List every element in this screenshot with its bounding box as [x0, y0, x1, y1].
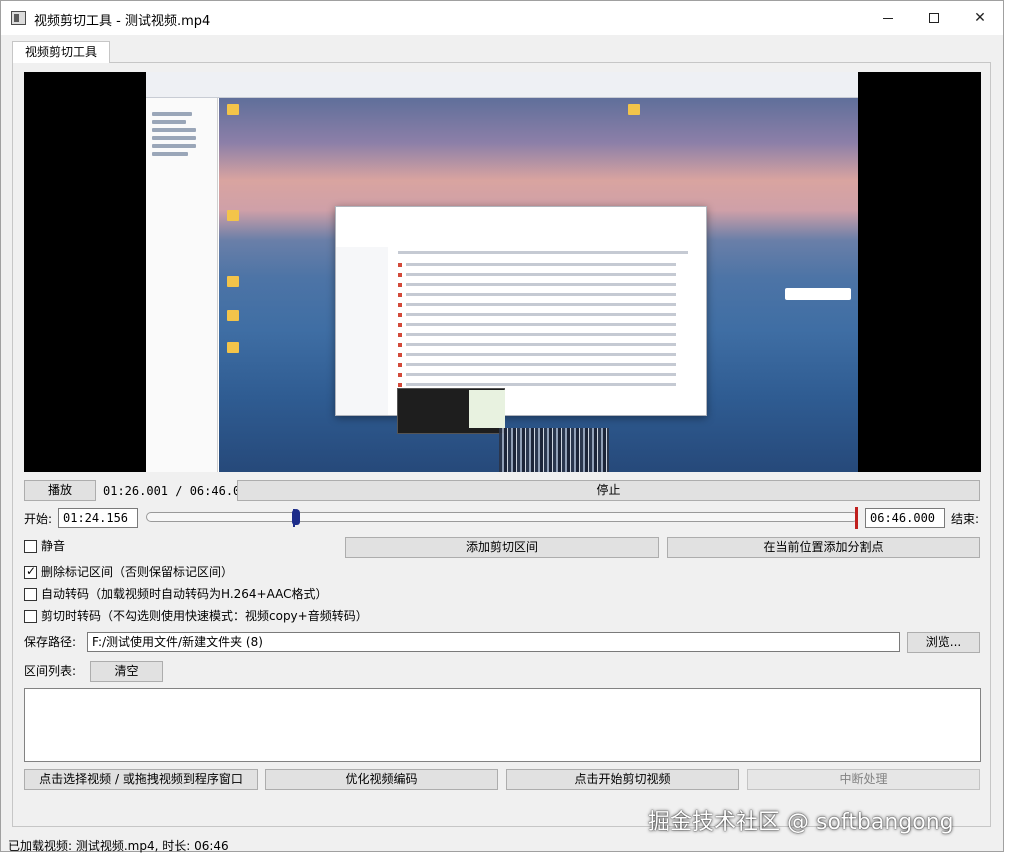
minimize-button[interactable]	[865, 1, 911, 35]
cut-transcode-checkbox[interactable]	[24, 610, 37, 623]
segment-list[interactable]	[24, 688, 981, 762]
end-marker[interactable]	[855, 507, 858, 529]
video-preview[interactable]	[24, 72, 981, 472]
start-cut-button[interactable]: 点击开始剪切视频	[506, 769, 739, 790]
video-frame-tray	[785, 288, 851, 300]
app-icon	[11, 11, 26, 25]
tab-video-cutter[interactable]: 视频剪切工具	[12, 41, 111, 63]
minimize-icon	[883, 17, 893, 19]
video-frame-sidebar	[146, 98, 218, 472]
title-bar[interactable]: 视频剪切工具 - 测试视频.mp4 ✕	[1, 1, 1003, 35]
video-frame-popup	[469, 390, 505, 428]
window-title: 视频剪切工具 - 测试视频.mp4	[34, 14, 211, 29]
slider-track	[146, 512, 858, 522]
segment-list-label: 区间列表:	[24, 664, 77, 678]
auto-transcode-checkbox[interactable]	[24, 588, 37, 601]
end-time-input[interactable]: 06:46.000	[865, 508, 945, 528]
time-readout: 01:26.001 / 06:46.000	[103, 484, 255, 498]
maximize-icon	[929, 13, 939, 23]
stop-button[interactable]: 停止	[237, 480, 980, 501]
select-video-button[interactable]: 点击选择视频 / 或拖拽视频到程序窗口	[24, 769, 258, 790]
maximize-button[interactable]	[911, 1, 957, 35]
close-button[interactable]: ✕	[957, 1, 1003, 35]
delete-marked-checkbox[interactable]	[24, 564, 37, 579]
abort-button[interactable]: 中断处理	[747, 769, 980, 790]
auto-transcode-label[interactable]: 自动转码（加载视频时自动转码为H.264+AAC格式）	[41, 586, 328, 602]
timeline-slider[interactable]	[146, 507, 858, 529]
status-bar: 已加载视频: 测试视频.mp4, 时长: 06:46	[8, 839, 229, 853]
video-frame-toolbar	[146, 72, 858, 98]
start-time-input[interactable]: 01:24.156	[58, 508, 138, 528]
close-icon: ✕	[974, 10, 986, 26]
video-frame-artifact	[499, 428, 609, 472]
play-button[interactable]: 播放	[24, 480, 96, 501]
mute-checkbox[interactable]	[24, 540, 37, 553]
mute-label[interactable]: 静音	[41, 538, 65, 554]
add-split-point-button[interactable]: 在当前位置添加分割点	[667, 537, 980, 558]
watermark: 掘金技术社区 @ softbangong	[648, 810, 954, 835]
delete-marked-label[interactable]: 删除标记区间（否则保留标记区间）	[41, 564, 233, 580]
slider-handle[interactable]	[292, 509, 300, 525]
save-path-label: 保存路径:	[24, 635, 77, 649]
video-frame	[146, 72, 858, 472]
start-label: 开始:	[24, 512, 53, 526]
video-frame-explorer	[335, 206, 707, 416]
clear-list-button[interactable]: 清空	[90, 661, 163, 682]
browse-button[interactable]: 浏览...	[907, 632, 980, 653]
save-path-input[interactable]: F:/测试使用文件/新建文件夹 (8)	[87, 632, 900, 652]
cut-transcode-label[interactable]: 剪切时转码（不勾选则使用快速模式：视频copy+音频转码）	[41, 608, 368, 624]
add-segment-button[interactable]: 添加剪切区间	[345, 537, 659, 558]
optimize-encoding-button[interactable]: 优化视频编码	[265, 769, 498, 790]
video-frame-desktop	[219, 98, 858, 472]
end-label: 结束:	[951, 512, 980, 526]
